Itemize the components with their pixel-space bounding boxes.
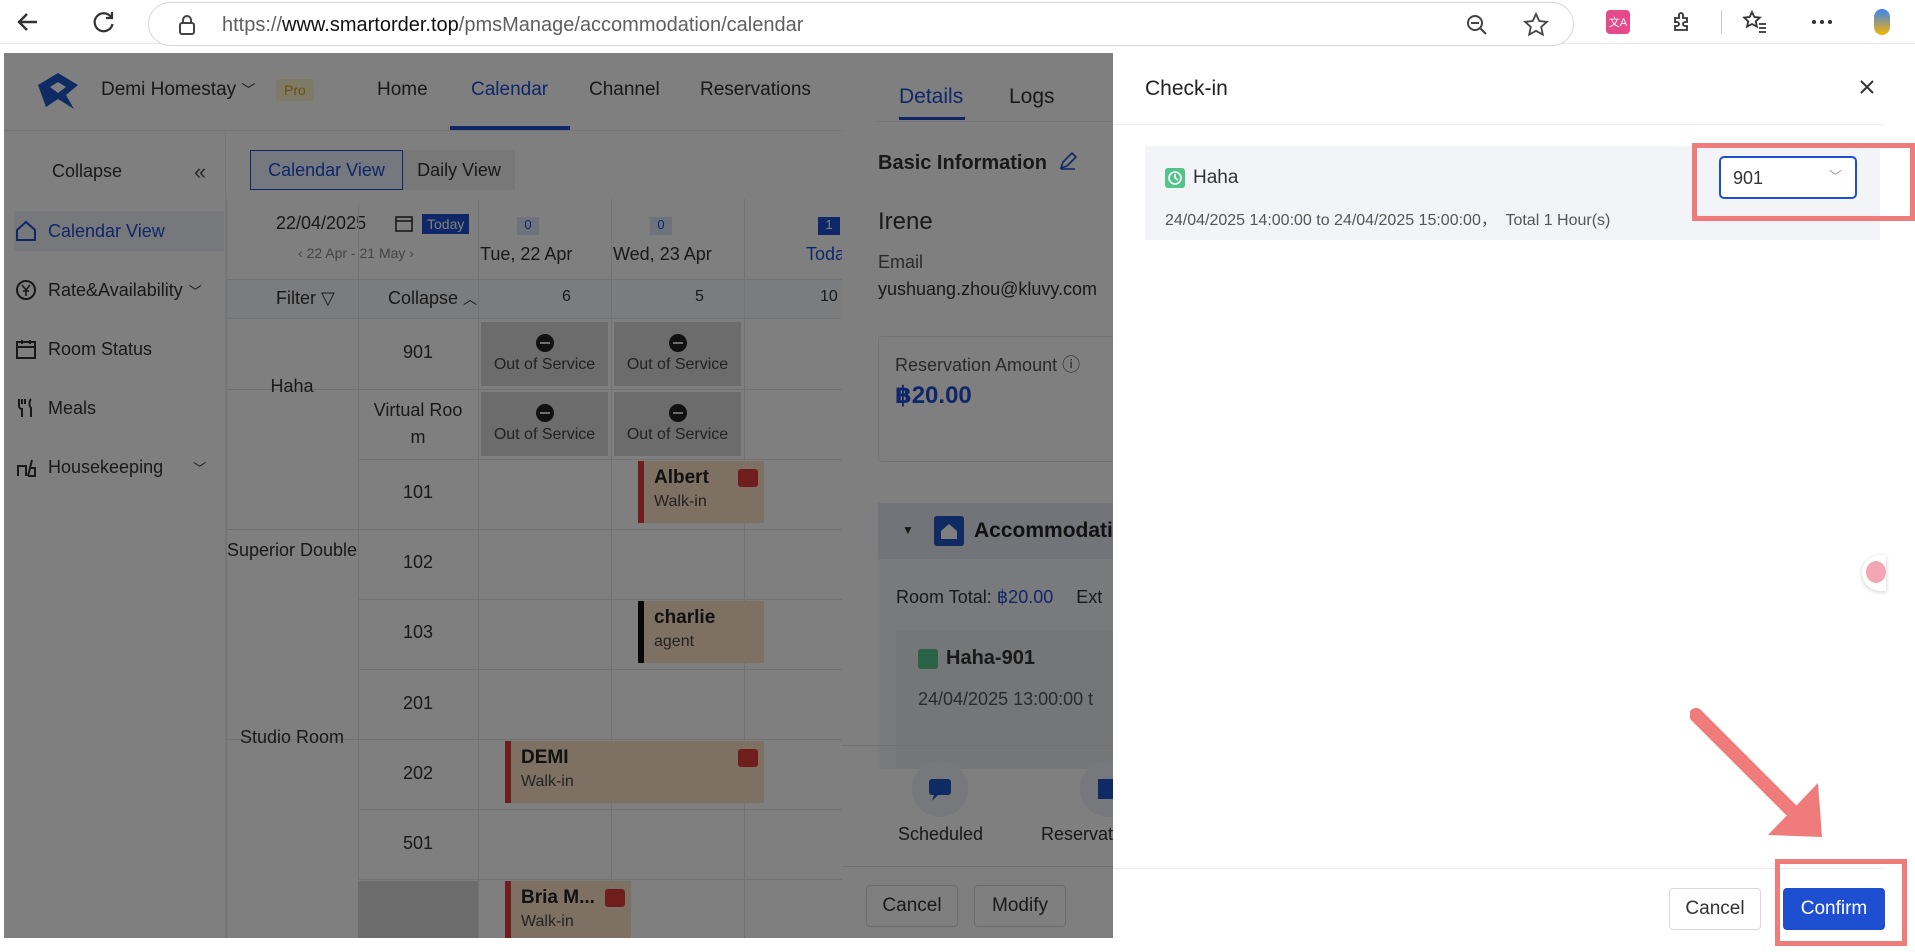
room-select-highlight bbox=[1692, 143, 1915, 221]
lock-icon[interactable] bbox=[177, 14, 197, 41]
copilot-icon[interactable] bbox=[1868, 8, 1896, 36]
checkin-room-type: Haha bbox=[1193, 167, 1239, 188]
helper-icon bbox=[1866, 561, 1886, 583]
drawer-header: Check-in bbox=[1113, 53, 1884, 125]
checkin-time-range: 24/04/2025 14:00:00 to 24/04/2025 15:00:… bbox=[1165, 212, 1611, 229]
address-bar[interactable]: https://www.smartorder.top/pmsManage/acc… bbox=[148, 2, 1574, 46]
arrow-icon bbox=[1689, 705, 1840, 860]
toolbar-divider bbox=[1721, 10, 1722, 34]
favorites-icon[interactable] bbox=[1741, 8, 1769, 36]
modal-backdrop[interactable] bbox=[4, 53, 1114, 938]
more-menu-icon[interactable] bbox=[1808, 8, 1836, 36]
close-icon[interactable] bbox=[1857, 77, 1877, 102]
translate-extension-icon[interactable]: 文A bbox=[1604, 8, 1632, 36]
confirm-highlight bbox=[1775, 859, 1907, 946]
browser-toolbar: https://www.smartorder.top/pmsManage/acc… bbox=[0, 0, 1915, 46]
url-text[interactable]: https://www.smartorder.top/pmsManage/acc… bbox=[222, 14, 803, 37]
favorite-star-icon[interactable] bbox=[1523, 11, 1549, 43]
checkin-cancel-button[interactable]: Cancel bbox=[1669, 888, 1761, 930]
drawer-title: Check-in bbox=[1145, 77, 1228, 100]
clock-icon bbox=[1165, 168, 1185, 188]
drawer-footer: Cancel Confirm bbox=[1113, 868, 1885, 938]
reload-icon[interactable] bbox=[90, 8, 118, 36]
zoom-out-icon[interactable] bbox=[1465, 13, 1489, 42]
extensions-icon[interactable] bbox=[1669, 8, 1697, 36]
back-icon[interactable] bbox=[14, 8, 42, 36]
